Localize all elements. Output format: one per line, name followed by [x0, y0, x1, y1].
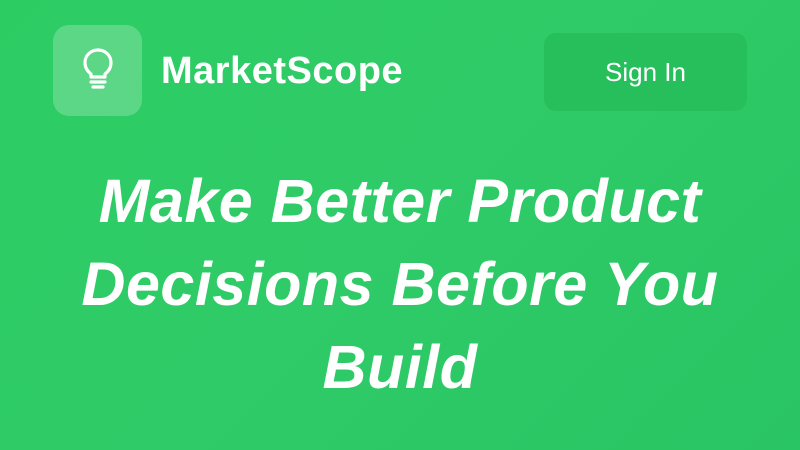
site-header: MarketScope Sign In: [53, 25, 747, 117]
sign-in-button[interactable]: Sign In: [544, 33, 747, 111]
hero-section: Make Better Product Decisions Before You…: [40, 160, 760, 409]
landing-page: MarketScope Sign In Make Better Product …: [0, 0, 800, 450]
hero-title: Make Better Product Decisions Before You…: [81, 167, 719, 401]
logo-tile[interactable]: [53, 25, 142, 116]
brand-name[interactable]: MarketScope: [161, 47, 403, 95]
lightbulb-icon: [78, 46, 118, 95]
